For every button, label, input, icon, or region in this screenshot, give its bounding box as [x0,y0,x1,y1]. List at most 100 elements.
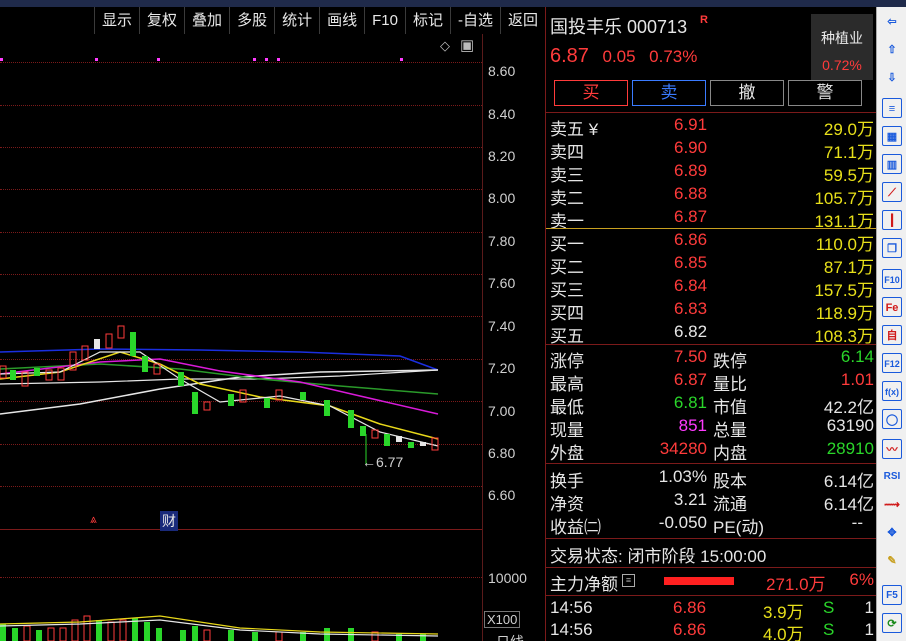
trade-status: 交易状态: 闭市阶段 15:00:00 [550,547,767,566]
bars-icon[interactable]: ▥ [882,154,902,174]
zigzag-icon[interactable]: ⟿ [882,495,902,515]
toolbar-draw-button[interactable]: 画线 [319,7,364,34]
toolbar-multi-button[interactable]: 多股 [229,7,274,34]
rsi-icon[interactable]: RSI [882,467,902,487]
main-flow-row[interactable]: 主力净额 ≡ 271.0万 6% [546,570,877,594]
fe-icon[interactable]: Fe [882,297,902,317]
stat-row: 涨停 7.50 跌停 6.14 [550,347,874,371]
toolbar-show-button[interactable]: 显示 [94,7,139,34]
bid-row: 买三 6.84 157.5万 [550,276,874,300]
kline-chart[interactable]: 8.60 8.40 8.20 8.00 7.80 7.60 7.40 7.20 … [0,34,545,641]
stat-row: 现量 851 总量 63190 [550,416,874,440]
top-strip [0,0,906,7]
price-axis [482,34,545,641]
price-change: 0.05 [602,47,636,66]
price-tick: 8.40 [488,106,516,122]
pencil-icon[interactable]: ✎ [882,551,902,571]
tick-row: 14:56 6.86 4.0万 S 1 [550,620,874,641]
stat-row: 换手 1.03% 股本 6.14亿 [550,467,874,491]
bid-row: 买五 6.82 108.3万 [550,322,874,346]
cancel-button[interactable]: 撤 [710,80,784,106]
f5-icon[interactable]: F5 [882,585,902,605]
windows-icon[interactable]: ❐ [882,238,902,258]
price-tick: 7.60 [488,275,516,291]
stat-row: 外盘 34280 内盘 28910 [550,439,874,463]
f12-icon[interactable]: F12 [882,353,902,373]
stat-row: 最低 6.81 市值 42.2亿 [550,393,874,417]
toolbar-stats-button[interactable]: 统计 [274,7,319,34]
bid-ask-divider [546,228,877,229]
price-tick: 8.00 [488,190,516,206]
period-tab[interactable]: 日线 [496,632,524,641]
bid-row: 买二 6.85 87.1万 [550,253,874,277]
candles-icon[interactable]: ┃ [882,210,902,230]
tick-row: 14:56 6.86 3.9万 S 1 [550,598,874,622]
self-icon[interactable]: 自 [882,325,902,345]
stock-title: 国投丰乐 000713 [550,17,688,37]
up-arrow-icon[interactable]: ⇧ [882,40,902,60]
volume-tick: 10000 [488,570,527,586]
toolbar-watchlist-button[interactable]: -自选 [449,7,500,34]
tool-sidebar: ⇦ ⇧ ⇩ ≡ ▦ ▥ ⟋ ┃ ❐ F10 Fe 自 F12 f(x) ◯ 〰 … [876,7,906,641]
divider [546,595,877,596]
fx-icon[interactable]: f(x) [882,381,902,401]
price-tick: 8.20 [488,148,516,164]
quote-panel: 国投丰乐 000713 R 6.87 0.05 0.73% 种植业 0.72% … [545,7,877,641]
low-price-label: ←6.77 [362,454,404,470]
divider [546,112,877,113]
stat-row: 收益㈡ -0.050 PE(动) -- [550,513,863,537]
divider [546,567,877,568]
f10-icon[interactable]: F10 [882,269,902,289]
line-chart-icon[interactable]: ⟋ [882,182,902,202]
buy-button[interactable]: 买 [554,80,628,106]
wave-icon[interactable]: 〰 [882,439,902,459]
grid-icon[interactable]: ▦ [882,126,902,146]
toolbar-back-button[interactable]: 返回 [499,7,545,34]
down-arrow-icon[interactable]: ⇩ [882,68,902,88]
volume-unit: X100 [484,611,521,628]
signal-up-icon[interactable]: ⩓ [90,512,97,527]
divider [546,463,877,464]
price-tick: 7.40 [488,318,516,334]
stat-row: 净资 3.21 流通 6.14亿 [550,490,874,514]
sector-name: 种植业 [821,30,863,46]
price-tick: 7.00 [488,403,516,419]
main-flow-pct: 6% [849,570,874,589]
ask-row: 卖二 6.88 105.7万 [550,184,874,208]
price-tick: 7.80 [488,233,516,249]
price-tick: 6.80 [488,445,516,461]
chart-toolbar: 显示 复权 叠加 多股 统计 画线 F10 标记 -自选 返回 [0,7,545,34]
stat-row: 最高 6.87 量比 1.01 [550,370,874,394]
price-line: 6.87 0.05 0.73% [550,45,697,68]
circle-icon[interactable]: ◯ [882,409,902,429]
main-flow-label: 主力净额 [550,575,618,594]
toolbar-mark-button[interactable]: 标记 [404,7,450,34]
main-flow-value: 271.0万 [766,575,826,594]
bid-row: 买四 6.83 118.9万 [550,299,874,323]
ask-row: 卖三 6.89 59.5万 [550,161,874,185]
refresh-icon[interactable]: ⟳ [882,613,902,633]
left-arrow-icon[interactable]: ⇦ [882,12,902,32]
price-pct: 0.73% [649,47,698,66]
bid-row: 买一 6.86 110.0万 [550,230,874,254]
finance-marker[interactable]: 财 [160,511,178,531]
divider [546,344,877,345]
flow-bar [664,577,734,585]
r-badge: R [700,14,708,26]
price-tick: 7.20 [488,360,516,376]
price-tick: 8.60 [488,63,516,79]
sector-box[interactable]: 种植业 0.72% [811,14,873,80]
divider [546,538,877,539]
sector-pct: 0.72% [822,57,862,73]
trade-buttons: 买 卖 撤 警 [554,80,862,106]
toolbar-f10-button[interactable]: F10 [364,7,405,34]
toolbar-adjust-button[interactable]: 复权 [139,7,184,34]
ask-row: 卖五 ¥6.91 29.0万 [550,115,874,139]
ask-row: 卖四 6.90 71.1万 [550,138,874,162]
list-icon[interactable]: ≡ [882,98,902,118]
toolbar-overlay-button[interactable]: 叠加 [184,7,229,34]
sell-button[interactable]: 卖 [632,80,706,106]
menu-icon[interactable]: ≡ [622,574,635,587]
move-icon[interactable]: ✥ [882,523,902,543]
alert-button[interactable]: 警 [788,80,862,106]
